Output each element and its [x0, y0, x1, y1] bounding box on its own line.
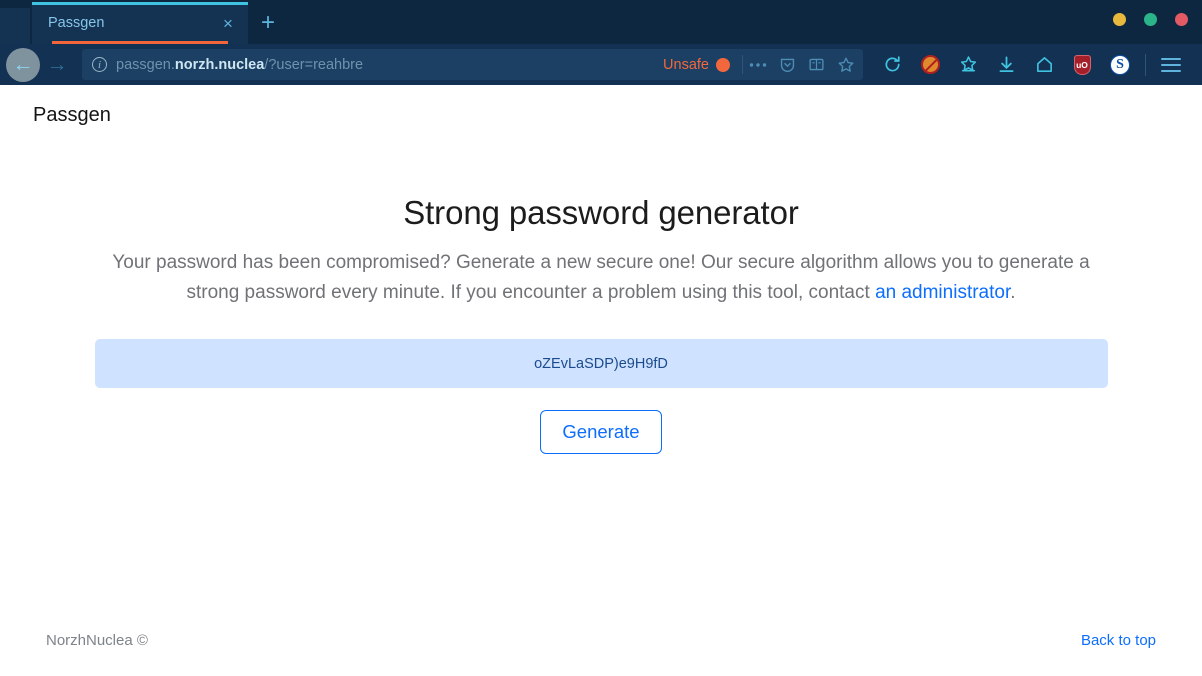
forward-button[interactable]: →	[40, 48, 74, 82]
bookmark-star-icon[interactable]	[837, 56, 855, 74]
generated-password-display[interactable]: oZEvLaSDP)e9H9fD	[94, 339, 1108, 388]
adblock-button[interactable]	[911, 48, 949, 82]
more-ellipsis-icon[interactable]	[749, 62, 767, 68]
browser-tab-passgen[interactable]: Passgen ×	[32, 2, 248, 44]
home-button[interactable]	[1025, 48, 1063, 82]
reload-button[interactable]	[873, 48, 911, 82]
toolbar-divider	[1145, 53, 1146, 76]
footer-copyright: NorzhNuclea ©	[46, 632, 148, 649]
page-footer: NorzhNuclea © Back to top	[0, 632, 1202, 649]
url-prefix: passgen.	[116, 56, 175, 73]
url-bar[interactable]: i passgen.norzh.nuclea/?user=reahbre Uns…	[82, 49, 863, 80]
security-label: Unsafe	[663, 56, 709, 73]
browser-chrome: Passgen × + ← → i passgen.norzh.nuclea/?…	[0, 0, 1202, 85]
save-to-pocket-button[interactable]	[949, 48, 987, 82]
url-path: /?user=reahbre	[264, 56, 364, 73]
generated-password-value: oZEvLaSDP)e9H9fD	[534, 355, 668, 372]
ublock-origin-button[interactable]: uO	[1063, 48, 1101, 82]
adblock-icon	[920, 55, 940, 74]
administrator-link[interactable]: an administrator	[875, 282, 1010, 303]
url-divider	[742, 55, 743, 74]
downloads-button[interactable]	[987, 48, 1025, 82]
sync-s-icon: S	[1110, 54, 1130, 75]
minimize-button[interactable]	[1113, 13, 1126, 26]
pocket-icon[interactable]	[779, 56, 796, 73]
back-to-top-link[interactable]: Back to top	[1081, 632, 1156, 649]
reader-view-icon[interactable]	[808, 56, 825, 73]
window-controls	[1113, 13, 1188, 26]
tab-title: Passgen	[48, 15, 105, 31]
maximize-button[interactable]	[1144, 13, 1157, 26]
tab-strip: Passgen × +	[0, 0, 1202, 44]
url-text: passgen.norzh.nuclea/?user=reahbre	[116, 57, 657, 73]
description-text-tail: .	[1010, 282, 1016, 303]
close-icon[interactable]: ×	[218, 15, 238, 32]
generate-button[interactable]: Generate	[540, 410, 662, 455]
page-description: Your password has been compromised? Gene…	[94, 248, 1109, 308]
page-title: Strong password generator	[403, 194, 799, 231]
security-status: Unsafe	[663, 57, 730, 73]
close-window-button[interactable]	[1175, 13, 1188, 26]
tab-active-top-indicator	[32, 2, 248, 5]
back-button[interactable]: ←	[6, 47, 40, 82]
page-brand-title[interactable]: Passgen	[0, 85, 1202, 127]
generate-button-wrapper: Generate	[0, 410, 1202, 455]
browser-toolbar-buttons: uO S	[873, 48, 1190, 82]
security-dot-icon	[716, 57, 730, 72]
background-tab-partial[interactable]	[0, 8, 30, 44]
menu-hamburger-icon	[1161, 57, 1181, 72]
url-bar-icons	[749, 56, 855, 74]
hero-section: Strong password generator Your password …	[0, 127, 1202, 455]
site-info-icon[interactable]: i	[92, 57, 107, 72]
navigation-toolbar: ← → i passgen.norzh.nuclea/?user=reahbre…	[0, 44, 1202, 85]
app-menu-button[interactable]	[1152, 48, 1190, 82]
arrow-right-icon: →	[46, 53, 68, 76]
page-content: Passgen Strong password generator Your p…	[0, 85, 1202, 676]
url-host: norzh.nuclea	[174, 56, 265, 73]
sync-button[interactable]: S	[1101, 48, 1139, 82]
ublock-origin-icon: uO	[1073, 54, 1091, 75]
arrow-left-icon: ←	[12, 53, 34, 76]
new-tab-button[interactable]: +	[248, 2, 288, 44]
